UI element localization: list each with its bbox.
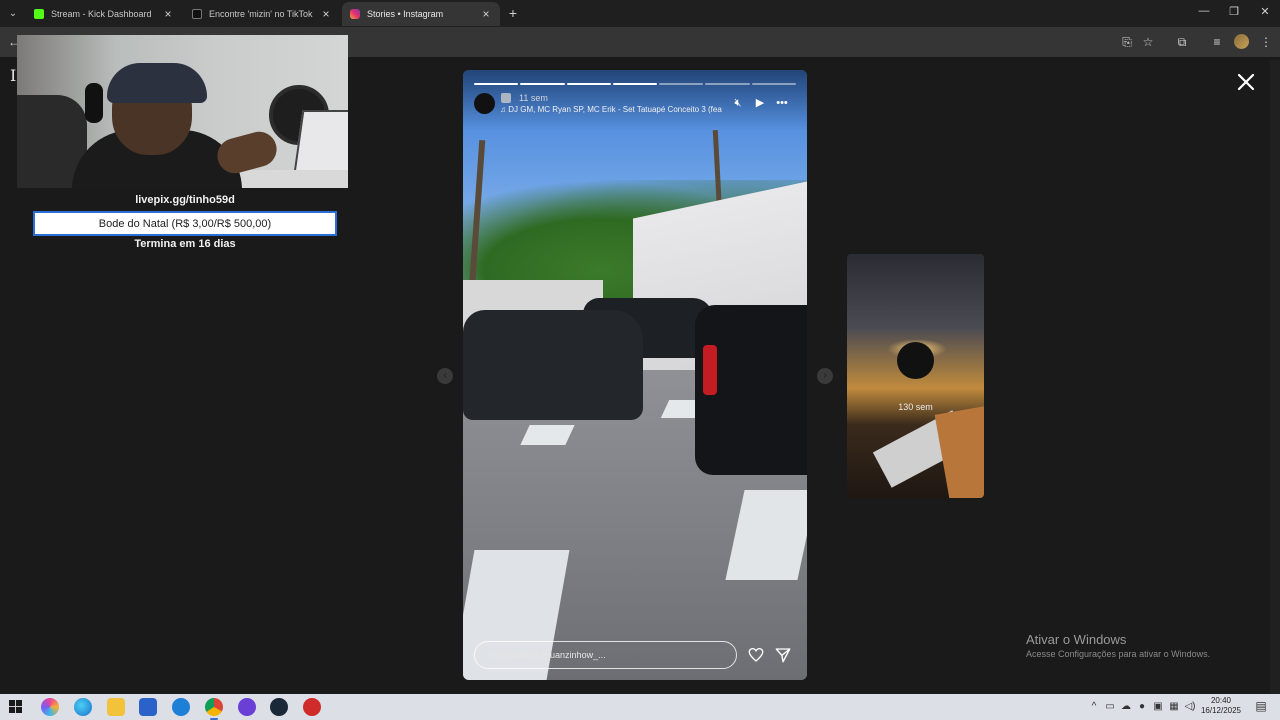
music-icon: ♫: [500, 105, 509, 114]
tray-overflow-chevron-icon[interactable]: ^: [1088, 701, 1100, 713]
tray-cloud-icon[interactable]: ☁: [1120, 701, 1132, 713]
extensions-icon[interactable]: ⧉: [1174, 34, 1190, 50]
close-tab-icon[interactable]: ×: [320, 7, 332, 21]
kick-icon: [34, 9, 44, 19]
instagram-icon: [350, 9, 360, 19]
donation-goal-text: Bode do Natal (R$ 3,00/R$ 500,00): [98, 217, 272, 230]
story-image-taillight: [703, 345, 717, 395]
mute-icon[interactable]: 🔇︎: [731, 96, 745, 110]
outlook-icon[interactable]: [172, 698, 190, 716]
store-icon[interactable]: [139, 698, 157, 716]
windows-start-icon[interactable]: [9, 700, 22, 713]
steam-icon[interactable]: [270, 698, 288, 716]
microphone-icon[interactable]: ●: [1136, 701, 1148, 713]
like-heart-icon[interactable]: [747, 646, 765, 664]
close-tab-icon[interactable]: ×: [162, 7, 174, 21]
discord-icon[interactable]: [238, 698, 256, 716]
story-progress-segment: [612, 83, 658, 85]
network-icon[interactable]: ▦: [1168, 701, 1180, 713]
story-progress-segment: [520, 83, 565, 85]
notifications-icon[interactable]: ▤: [1254, 700, 1268, 714]
edge-icon[interactable]: [74, 698, 92, 716]
profile-avatar[interactable]: [1234, 34, 1249, 49]
user-badge-icon: [501, 93, 511, 103]
clock-date: 16/12/2025: [1200, 706, 1242, 715]
story-progress-bar: [474, 83, 796, 85]
story-viewer[interactable]: 11 sem ♫ DJ GM, MC Ryan SP, MC Erik - Se…: [463, 70, 807, 680]
next-story-arrow-icon[interactable]: ›: [817, 368, 833, 384]
install-app-icon[interactable]: ⎘: [1119, 34, 1135, 50]
story-time: 11 sem: [519, 93, 548, 103]
menu-icon[interactable]: ⋮: [1258, 34, 1274, 50]
activate-windows-title: Ativar o Windows: [1026, 632, 1127, 647]
previous-story-arrow-icon[interactable]: ‹: [437, 368, 453, 384]
scrollbar[interactable]: [1270, 60, 1280, 694]
close-window-icon[interactable]: ✕: [1257, 5, 1273, 18]
webcam-headset: [85, 83, 103, 123]
tab-kick-dashboard[interactable]: Stream - Kick Dashboard ×: [26, 2, 182, 26]
story-progress-segment: [705, 83, 750, 85]
tab-title: Stream - Kick Dashboard: [51, 9, 152, 19]
story-progress-segment: [474, 83, 519, 85]
copilot-icon[interactable]: [41, 698, 59, 716]
tray-device-icon[interactable]: ▭: [1104, 701, 1116, 713]
story-image-tile: [520, 425, 575, 445]
donation-goal-box: Bode do Natal (R$ 3,00/R$ 500,00): [33, 211, 337, 236]
restore-icon[interactable]: ❐: [1226, 5, 1242, 18]
tab-title: Stories • Instagram: [367, 9, 444, 19]
story-progress-segment: [751, 83, 796, 85]
story-image-car: [463, 310, 643, 420]
preview-image-deck: [934, 404, 984, 498]
instagram-logo[interactable]: I: [10, 66, 16, 85]
webcam-overlay: [17, 35, 348, 188]
reply-input[interactable]: Responder a rhuanzinhow_...: [474, 641, 737, 669]
bookmark-star-icon[interactable]: ☆: [1140, 34, 1156, 50]
obs-icon[interactable]: [303, 698, 321, 716]
media-controls-icon[interactable]: ≡: [1209, 34, 1225, 50]
minimize-icon[interactable]: —: [1196, 5, 1212, 17]
volume-icon[interactable]: ◁): [1184, 701, 1196, 713]
play-icon[interactable]: ▶: [753, 96, 767, 110]
story-progress-segment: [659, 83, 704, 85]
goal-ends-text: Termina em 16 dias: [134, 238, 236, 250]
tab-bar: ⌄ Stream - Kick Dashboard × Encontre 'mi…: [0, 0, 1280, 27]
next-story-avatar: [897, 342, 934, 379]
reply-placeholder: Responder a rhuanzinhow_...: [488, 650, 606, 660]
file-explorer-icon[interactable]: [107, 698, 125, 716]
livepix-url: livepix.gg/tinho59d: [135, 194, 235, 206]
taskbar-clock[interactable]: 20:40 16/12/2025: [1196, 696, 1246, 716]
tiktok-icon: [192, 9, 202, 19]
story-progress-segment: [566, 83, 611, 85]
tab-tiktok[interactable]: Encontre 'mizin' no TikTok | Pe ×: [184, 2, 340, 26]
close-tab-icon[interactable]: ×: [480, 7, 492, 21]
chrome-icon[interactable]: [205, 698, 223, 720]
new-tab-button[interactable]: +: [505, 5, 521, 21]
more-options-icon[interactable]: •••: [775, 96, 789, 110]
activate-windows-subtitle: Acesse Configurações para ativar o Windo…: [1026, 649, 1211, 659]
tab-title: Encontre 'mizin' no TikTok | Pe: [209, 9, 314, 19]
tab-search-icon[interactable]: ⌄: [4, 4, 22, 22]
clock-time: 20:40: [1210, 696, 1232, 705]
next-story-preview[interactable]: 130 sem: [847, 254, 984, 498]
next-story-time: 130 sem: [898, 402, 933, 412]
story-music-label[interactable]: ♫ DJ GM, MC Ryan SP, MC Erik - Set Tatua…: [500, 105, 722, 114]
close-stories-icon[interactable]: [1234, 70, 1258, 94]
story-user-avatar[interactable]: [474, 93, 495, 114]
tab-instagram-stories[interactable]: Stories • Instagram ×: [342, 2, 500, 26]
webcam-cap: [107, 63, 207, 103]
send-icon[interactable]: [774, 646, 792, 664]
tray-app-icon[interactable]: ▣: [1152, 701, 1164, 713]
music-title: DJ GM, MC Ryan SP, MC Erik - Set Tatuapé…: [508, 105, 722, 114]
